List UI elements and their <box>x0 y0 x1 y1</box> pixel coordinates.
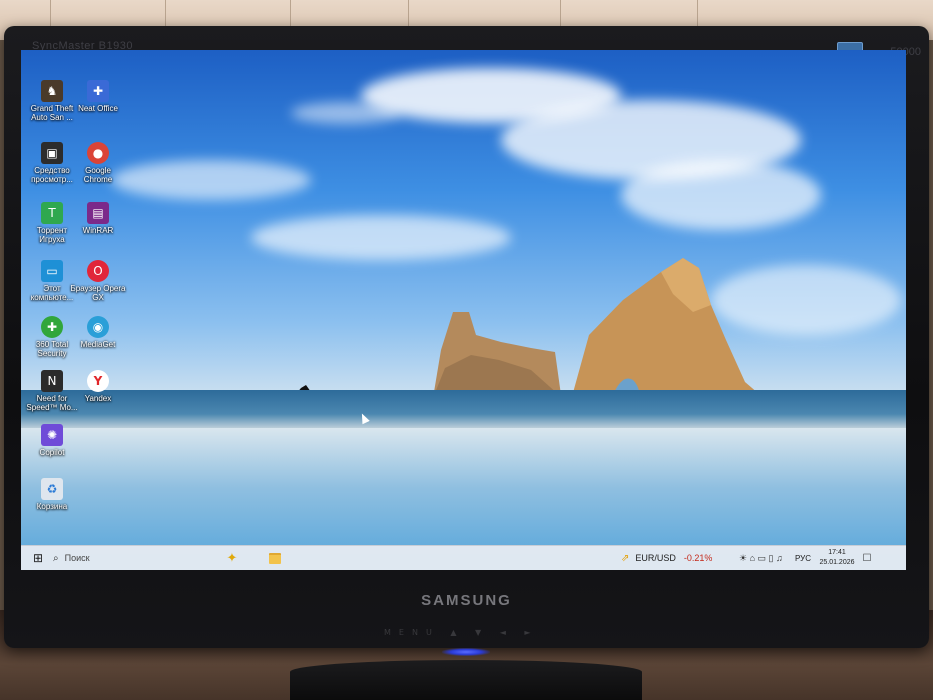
recycle-bin-icon: ♻ <box>41 478 63 500</box>
opera-gx-icon: O <box>87 260 109 282</box>
desktop-screen: ♞ Grand Theft Auto San ... ✚ Neat Office… <box>21 50 906 570</box>
wallpaper-sea <box>21 390 906 430</box>
search-icon: ⌕ <box>53 552 59 564</box>
desktop-icon-label: Корзина <box>36 502 68 511</box>
desktop-icon-label: WinRAR <box>82 226 114 235</box>
copilot-icon: ✺ <box>41 424 63 446</box>
search-placeholder: Поиск <box>64 553 90 563</box>
taskbar-clock[interactable]: 17:41 25.01.2026 <box>817 546 857 570</box>
power-led <box>442 648 490 656</box>
stock-label: EUR/USD <box>635 553 676 563</box>
taskbar-search[interactable]: ⌕ Поиск <box>53 546 173 570</box>
taskbar-file-explorer[interactable] <box>267 546 283 570</box>
this-pc-icon: ▭ <box>41 260 63 282</box>
stock-trend-icon: ⇗ <box>621 552 630 564</box>
mediaget-icon: ◉ <box>87 316 109 338</box>
taskbar-copilot-button[interactable]: ✦ <box>221 546 243 570</box>
desktop-icon-winrar[interactable]: ▤ WinRAR <box>70 202 126 235</box>
desktop-icon-yandex[interactable]: Y Yandex <box>70 370 126 403</box>
desktop-icon-neat-office[interactable]: ✚ Neat Office <box>70 80 126 113</box>
desktop-icon-label: Браузер Opera GX <box>70 284 126 302</box>
notification-icon: ☐ <box>862 552 872 564</box>
folder-icon <box>269 552 281 564</box>
winrar-icon: ▤ <box>87 202 109 224</box>
desktop-icon-recycle-bin[interactable]: ♻ Корзина <box>24 478 80 511</box>
stock-change: -0.21% <box>683 553 713 563</box>
desktop-icon-opera-gx[interactable]: O Браузер Opera GX <box>70 260 126 302</box>
desktop-icon-chrome[interactable]: ● Google Chrome <box>70 142 126 184</box>
language-indicator[interactable]: РУС <box>795 546 813 570</box>
taskbar: ⊞ ⌕ Поиск ✦ ⇗ EUR/USD -0.21% ☀ ⌂ ▭ ▯ ♫ Р… <box>21 545 906 570</box>
clock-time: 17:41 <box>828 549 846 556</box>
yandex-icon: Y <box>87 370 109 392</box>
clock-date: 25.01.2026 <box>819 559 855 566</box>
desktop-icon-label: MediaGet <box>80 340 116 349</box>
chrome-icon: ● <box>87 142 109 164</box>
system-tray[interactable]: ☀ ⌂ ▭ ▯ ♫ <box>739 546 801 570</box>
torrent-icon: T <box>41 202 63 224</box>
360-security-icon: ✚ <box>41 316 63 338</box>
taskbar-stock-widget[interactable]: ⇗ EUR/USD -0.21% <box>621 546 741 570</box>
nfs-icon: N <box>41 370 63 392</box>
gta-icon: ♞ <box>41 80 63 102</box>
desktop-icon-mediaget[interactable]: ◉ MediaGet <box>70 316 126 349</box>
notification-button[interactable]: ☐ <box>859 546 875 570</box>
tray-icons: ☀ ⌂ ▭ ▯ ♫ <box>739 552 783 563</box>
desktop-icon-label: Google Chrome <box>83 166 113 184</box>
copilot-sparkle-icon: ✦ <box>226 550 238 565</box>
desktop-icon-copilot[interactable]: ✺ Copilot <box>24 424 80 457</box>
monitor-stand <box>290 660 642 700</box>
neat-office-icon: ✚ <box>87 80 109 102</box>
desktop-icon-label: Yandex <box>84 394 112 403</box>
desktop-icon-label: Copilot <box>39 448 65 457</box>
desktop-icon-label: Neat Office <box>78 104 118 113</box>
windows-logo-icon: ⊞ <box>32 551 44 565</box>
monitor-brand: SAMSUNG <box>421 592 512 609</box>
start-button[interactable]: ⊞ <box>29 546 47 570</box>
monitor-buttons[interactable]: MENU ▲ ▼ ◄ ► <box>384 628 539 637</box>
photo-viewer-icon: ▣ <box>41 142 63 164</box>
